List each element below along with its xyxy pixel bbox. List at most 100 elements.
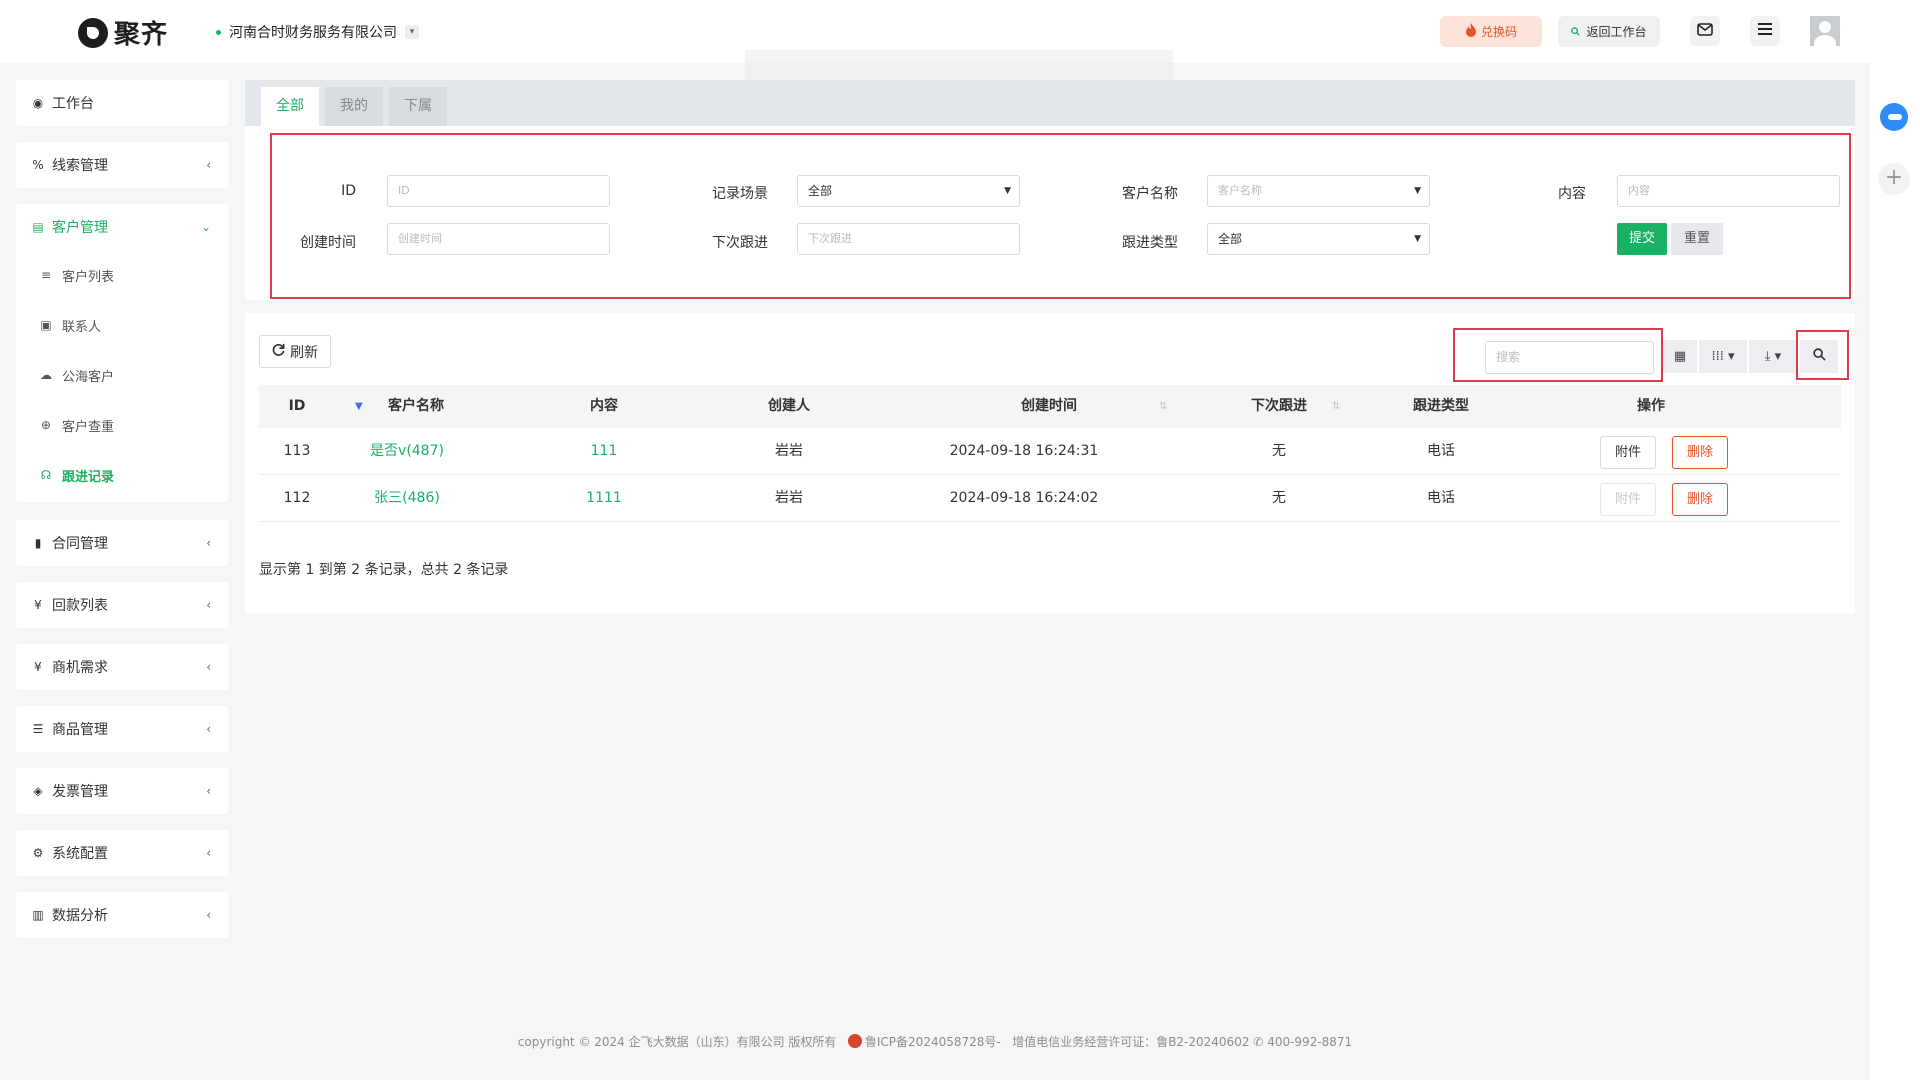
- cell-content-link[interactable]: 1111: [549, 475, 659, 522]
- sidebar-item-invoice[interactable]: ◈ 发票管理 ‹: [16, 768, 229, 814]
- back-to-workspace-label: 返回工作台: [1586, 25, 1647, 39]
- sidebar-sub-label: 客户列表: [62, 269, 115, 285]
- phone-icon: ✆: [1253, 1035, 1264, 1049]
- footer-license: 增值电信业务经营许可证：鲁B2-20240602: [1012, 1035, 1250, 1049]
- logo-icon: [78, 17, 108, 48]
- reset-button[interactable]: 重置: [1671, 223, 1723, 255]
- delete-button[interactable]: 删除: [1672, 436, 1728, 469]
- sidebar-sub-label: 联系人: [62, 319, 102, 335]
- cell-followup-type: 电话: [1427, 490, 1455, 506]
- back-to-workspace-button[interactable]: 返回工作台: [1558, 16, 1660, 47]
- columns-button[interactable]: ⁞⁞⁞ ▾: [1699, 340, 1747, 373]
- contact-card-icon: ▣: [40, 318, 52, 332]
- sidebar-sub-label: 跟进记录: [62, 469, 115, 485]
- refresh-button[interactable]: 刷新: [259, 335, 331, 368]
- table-search-input[interactable]: 搜索: [1485, 341, 1654, 374]
- followup-type-label: 跟进类型: [1122, 235, 1178, 251]
- tab-mine[interactable]: 我的: [325, 87, 383, 126]
- tab-subordinates[interactable]: 下属: [389, 87, 447, 126]
- col-created-time[interactable]: 创建时间: [899, 385, 1199, 428]
- created-time-input[interactable]: 创建时间: [387, 223, 610, 255]
- chevron-left-icon: ‹: [206, 598, 211, 612]
- submit-button[interactable]: 提交: [1617, 223, 1667, 255]
- delete-button[interactable]: 删除: [1672, 483, 1728, 516]
- customer-name-select[interactable]: 客户名称 ▼: [1207, 175, 1430, 207]
- chevron-left-icon: ‹: [206, 722, 211, 736]
- toggle-view-button[interactable]: ▦: [1663, 340, 1697, 373]
- sidebar-sub-label: 公海客户: [62, 369, 115, 385]
- user-avatar[interactable]: [1810, 16, 1840, 46]
- sidebar-item-label: 商机需求: [52, 660, 108, 676]
- search-small-icon: [1571, 25, 1581, 39]
- sidebar-item-contract[interactable]: ▮ 合同管理 ‹: [16, 520, 229, 566]
- followup-type-select[interactable]: 全部 ▼: [1207, 223, 1430, 255]
- mail-button[interactable]: [1690, 16, 1720, 46]
- sidebar-item-leads[interactable]: % 线索管理 ‹: [16, 142, 229, 188]
- created-time-label: 创建时间: [300, 235, 356, 251]
- fire-icon: [1465, 23, 1477, 40]
- sidebar-item-system[interactable]: ⚙ 系统配置 ‹: [16, 830, 229, 876]
- sidebar-item-workspace[interactable]: ◉ 工作台: [16, 80, 229, 126]
- sort-icon[interactable]: ⇅: [1332, 385, 1340, 428]
- sidebar-item-payments[interactable]: ¥ 回款列表 ‹: [16, 582, 229, 628]
- sidebar-sub-follow-records[interactable]: ☊ 跟进记录: [16, 450, 229, 500]
- mail-icon: [1697, 22, 1713, 40]
- cell-customer-link[interactable]: 张三(486): [359, 475, 455, 522]
- sidebar-item-label: 回款列表: [52, 598, 108, 614]
- tab-all[interactable]: 全部: [261, 87, 319, 126]
- exchange-code-button[interactable]: 兑换码: [1440, 16, 1542, 47]
- bar-chart-icon: ▥: [32, 908, 44, 922]
- caret-down-icon[interactable]: ▾: [405, 25, 419, 39]
- sidebar-opportunity-card: ¥ 商机需求 ‹: [16, 644, 229, 690]
- sidebar-item-analytics[interactable]: ▥ 数据分析 ‹: [16, 892, 229, 938]
- plus-icon: +: [1884, 165, 1904, 190]
- chat-icon[interactable]: [1880, 103, 1908, 131]
- cell-followup-type: 电话: [1427, 443, 1455, 459]
- logo[interactable]: 聚齐: [78, 14, 168, 51]
- company-name: 河南合时财务服务有限公司: [229, 25, 397, 41]
- footer-icp-link[interactable]: 鲁ICP备2024058728号-: [865, 1035, 1001, 1049]
- table-row: 113 是否v(487) 111 岩岩 2024-09-18 16:24:31 …: [259, 428, 1841, 475]
- next-followup-input[interactable]: 下次跟进: [797, 223, 1020, 255]
- pagination-summary: 显示第 1 到第 2 条记录，总共 2 条记录: [259, 562, 509, 578]
- sidebar-item-customer-mgmt[interactable]: ▤ 客户管理 ⌄: [16, 204, 229, 250]
- chevron-left-icon: ‹: [206, 660, 211, 674]
- cell-id: 113: [283, 443, 311, 459]
- cell-created-time: 2024-09-18 16:24:02: [949, 490, 1099, 506]
- sidebar-workspace-card: ◉ 工作台: [16, 80, 229, 126]
- sidebar-item-label: 发票管理: [52, 784, 108, 800]
- cell-creator: 岩岩: [775, 443, 803, 459]
- company-switcher[interactable]: 河南合时财务服务有限公司 ▾: [216, 22, 419, 42]
- id-input[interactable]: ID: [387, 175, 610, 207]
- sidebar-sub-customer-list[interactable]: ≡ 客户列表: [16, 250, 229, 300]
- refresh-icon: [272, 343, 285, 360]
- col-creator: 创建人: [768, 398, 810, 414]
- cell-customer-link[interactable]: 是否v(487): [359, 428, 455, 475]
- cell-content-link[interactable]: 111: [549, 428, 659, 475]
- col-id[interactable]: ID: [259, 385, 335, 428]
- export-button[interactable]: ⤓ ▾: [1749, 340, 1797, 373]
- sidebar-item-products[interactable]: ☰ 商品管理 ‹: [16, 706, 229, 752]
- scene-select[interactable]: 全部 ▼: [797, 175, 1020, 207]
- sidebar-sub-duplicate-check[interactable]: ⊕ 客户查重: [16, 400, 229, 450]
- content-input[interactable]: 内容: [1617, 175, 1840, 207]
- chevron-left-icon: ‹: [206, 846, 211, 860]
- yen-icon: ¥: [34, 598, 42, 612]
- menu-button[interactable]: [1750, 16, 1780, 46]
- sidebar-item-opportunity[interactable]: ¥ 商机需求 ‹: [16, 644, 229, 690]
- id-card-icon: ▤: [32, 220, 44, 234]
- sidebar-item-label: 线索管理: [52, 158, 108, 174]
- sort-icon[interactable]: ⇅: [1159, 385, 1167, 428]
- sidebar-item-label: 商品管理: [52, 722, 108, 738]
- attachment-button[interactable]: 附件: [1600, 436, 1656, 469]
- sidebar-sub-contacts[interactable]: ▣ 联系人: [16, 300, 229, 350]
- sidebar-sub-public-customers[interactable]: ☁ 公海客户: [16, 350, 229, 400]
- sort-desc-icon[interactable]: ▼: [355, 385, 363, 428]
- search-toggle-button[interactable]: [1800, 340, 1838, 373]
- scene-label: 记录场景: [712, 186, 768, 202]
- add-button[interactable]: +: [1878, 163, 1910, 195]
- list-icon: ≡: [40, 268, 52, 282]
- attachment-button-disabled: 附件: [1600, 483, 1656, 516]
- cell-creator: 岩岩: [775, 490, 803, 506]
- chevron-left-icon: ‹: [206, 908, 211, 922]
